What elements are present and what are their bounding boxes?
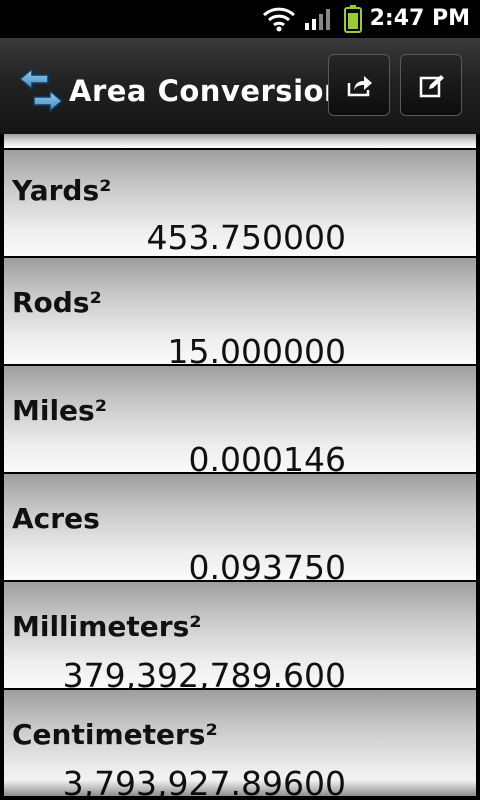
signal-icon xyxy=(305,9,330,30)
conversion-list[interactable]: Yards² 453.750000 Rods² 15.000000 Miles²… xyxy=(0,134,480,800)
unit-label: Acres xyxy=(12,502,100,535)
status-bar: 2:47 PM xyxy=(0,0,480,38)
unit-label: Centimeters² xyxy=(12,718,218,751)
share-button[interactable] xyxy=(328,54,390,116)
share-icon xyxy=(347,76,372,97)
unit-label: Yards² xyxy=(12,174,112,207)
list-item[interactable]: Yards² 453.750000 xyxy=(4,150,476,257)
unit-label: Millimeters² xyxy=(12,610,202,643)
app-title: Area Conversion xyxy=(69,74,346,108)
list-item-partial xyxy=(4,134,476,148)
list-item[interactable]: Millimeters² 379,392,789.600 xyxy=(4,582,476,695)
status-time: 2:47 PM xyxy=(369,6,470,31)
edit-button[interactable] xyxy=(400,54,462,116)
edit-icon xyxy=(419,75,444,98)
battery-icon xyxy=(344,5,362,33)
wifi-icon xyxy=(262,7,296,32)
list-item[interactable]: Miles² 0.000146 xyxy=(4,366,476,479)
list-item[interactable]: Rods² 15.000000 xyxy=(4,258,476,371)
unit-label: Miles² xyxy=(12,394,107,427)
unit-label: Rods² xyxy=(12,286,102,319)
list-item[interactable]: Acres 0.093750 xyxy=(4,474,476,587)
unit-value: 453.750000 xyxy=(146,218,346,257)
swap-arrows-icon[interactable] xyxy=(18,67,64,113)
scroll-fade xyxy=(0,780,480,800)
action-bar: Area Conversion xyxy=(0,38,480,136)
